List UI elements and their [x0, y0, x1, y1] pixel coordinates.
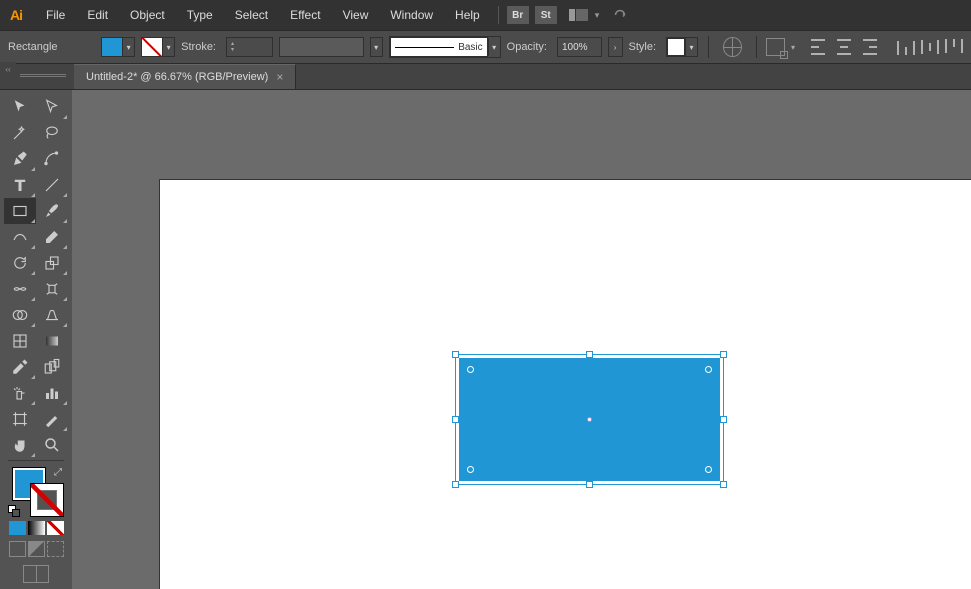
drawing-modes: [9, 541, 64, 557]
type-tool[interactable]: [4, 172, 36, 198]
color-mode-none[interactable]: [47, 521, 64, 535]
app-logo: Ai: [6, 5, 26, 25]
curvature-tool[interactable]: [36, 146, 68, 172]
brush-definition[interactable]: Basic▾: [389, 36, 501, 58]
menu-select[interactable]: Select: [225, 4, 278, 26]
swap-fill-stroke-icon[interactable]: ⤢: [54, 467, 62, 478]
draw-inside[interactable]: [47, 541, 64, 557]
default-fill-stroke-icon[interactable]: [8, 505, 20, 517]
column-graph-tool[interactable]: [36, 380, 68, 406]
symbol-sprayer-tool[interactable]: [4, 380, 36, 406]
align-left-icon[interactable]: [811, 39, 829, 55]
artboard-tool[interactable]: [4, 406, 36, 432]
align-center-v-icon[interactable]: [921, 39, 939, 55]
align-buttons: [811, 39, 963, 55]
stock-badge[interactable]: St: [535, 6, 557, 24]
gradient-tool[interactable]: [36, 328, 68, 354]
menu-type[interactable]: Type: [177, 4, 223, 26]
variable-width-dd[interactable]: ▾: [370, 37, 383, 57]
rectangle-tool[interactable]: [4, 198, 36, 224]
eraser-tool[interactable]: [36, 224, 68, 250]
variable-width-profile[interactable]: [279, 37, 364, 57]
sync-icon[interactable]: [611, 8, 629, 22]
align-center-h-icon[interactable]: [835, 39, 853, 55]
selection-bounds: [455, 354, 724, 485]
menu-help[interactable]: Help: [445, 4, 490, 26]
graphic-style[interactable]: ▾: [666, 37, 698, 57]
menu-effect[interactable]: Effect: [280, 4, 330, 26]
align-top-icon[interactable]: [897, 39, 915, 55]
resize-handle-nw[interactable]: [452, 351, 459, 358]
resize-handle-e[interactable]: [720, 416, 727, 423]
align-bottom-icon[interactable]: [945, 39, 963, 55]
document-tab-title: Untitled-2* @ 66.67% (RGB/Preview): [86, 71, 268, 83]
tools-grip-icon[interactable]: [20, 74, 66, 80]
opacity-dd[interactable]: ›: [608, 37, 623, 57]
workspace-switcher[interactable]: [569, 8, 591, 22]
menu-window[interactable]: Window: [380, 4, 443, 26]
width-tool[interactable]: [4, 276, 36, 302]
canvas-area[interactable]: [72, 90, 971, 589]
resize-handle-n[interactable]: [586, 351, 593, 358]
draw-behind[interactable]: [28, 541, 45, 557]
resize-handle-se[interactable]: [720, 481, 727, 488]
menu-object[interactable]: Object: [120, 4, 175, 26]
resize-handle-w[interactable]: [452, 416, 459, 423]
paintbrush-tool[interactable]: [36, 198, 68, 224]
hand-tool[interactable]: [4, 432, 36, 458]
shaper-tool[interactable]: [4, 224, 36, 250]
rotate-tool[interactable]: [4, 250, 36, 276]
workspace-dropdown-arrow[interactable]: ▾: [595, 10, 600, 21]
align-right-icon[interactable]: [859, 39, 877, 55]
panel-collapse-chevrons[interactable]: ‹‹: [0, 62, 16, 76]
menubar: Ai File Edit Object Type Select Effect V…: [0, 0, 971, 30]
align-to-icon[interactable]: [766, 38, 785, 56]
fill-stroke-swatches[interactable]: ⤢: [8, 467, 64, 517]
direct-selection-tool[interactable]: [36, 94, 68, 120]
selection-tool[interactable]: [4, 94, 36, 120]
resize-handle-ne[interactable]: [720, 351, 727, 358]
document-tab[interactable]: Untitled-2* @ 66.67% (RGB/Preview) ×: [74, 64, 296, 89]
fill-swatch[interactable]: ▾: [101, 37, 135, 57]
resize-handle-sw[interactable]: [452, 481, 459, 488]
menu-divider: [498, 6, 499, 24]
stroke-label: Stroke:: [181, 41, 216, 53]
resize-handle-s[interactable]: [586, 481, 593, 488]
opacity-label: Opacity:: [507, 41, 547, 53]
eyedropper-tool[interactable]: [4, 354, 36, 380]
menu-file[interactable]: File: [36, 4, 75, 26]
zoom-tool[interactable]: [36, 432, 68, 458]
menu-view[interactable]: View: [333, 4, 379, 26]
style-label: Style:: [629, 41, 657, 53]
controlbar: Rectangle ▾ ▾ Stroke: ▴▾ ▾ Basic▾ Opacit…: [0, 30, 971, 64]
menu-edit[interactable]: Edit: [77, 4, 118, 26]
scale-tool[interactable]: [36, 250, 68, 276]
recolor-artwork-icon[interactable]: [723, 37, 742, 57]
free-transform-tool[interactable]: [36, 276, 68, 302]
opacity-input[interactable]: 100%: [557, 37, 602, 57]
document-tabbar: Untitled-2* @ 66.67% (RGB/Preview) ×: [0, 64, 971, 90]
document-tab-close-icon[interactable]: ×: [276, 70, 283, 84]
active-tool-label: Rectangle: [8, 41, 58, 53]
pen-tool[interactable]: [4, 146, 36, 172]
color-mode-solid[interactable]: [9, 521, 26, 535]
stroke-swatch[interactable]: ▾: [141, 37, 175, 57]
screen-mode[interactable]: [23, 565, 49, 583]
slice-tool[interactable]: [36, 406, 68, 432]
bridge-badge[interactable]: Br: [507, 6, 529, 24]
tools-panel: ⤢: [0, 90, 72, 589]
magic-wand-tool[interactable]: [4, 120, 36, 146]
stroke-preview[interactable]: [30, 483, 64, 517]
selection-center-point[interactable]: [587, 417, 592, 422]
color-mode-gradient[interactable]: [28, 521, 45, 535]
stroke-weight-input[interactable]: ▴▾: [226, 37, 273, 57]
mesh-tool[interactable]: [4, 328, 36, 354]
line-tool[interactable]: [36, 172, 68, 198]
lasso-tool[interactable]: [36, 120, 68, 146]
perspective-grid-tool[interactable]: [36, 302, 68, 328]
draw-normal[interactable]: [9, 541, 26, 557]
color-mode-row: [9, 521, 64, 535]
shape-builder-tool[interactable]: [4, 302, 36, 328]
blend-tool[interactable]: [36, 354, 68, 380]
